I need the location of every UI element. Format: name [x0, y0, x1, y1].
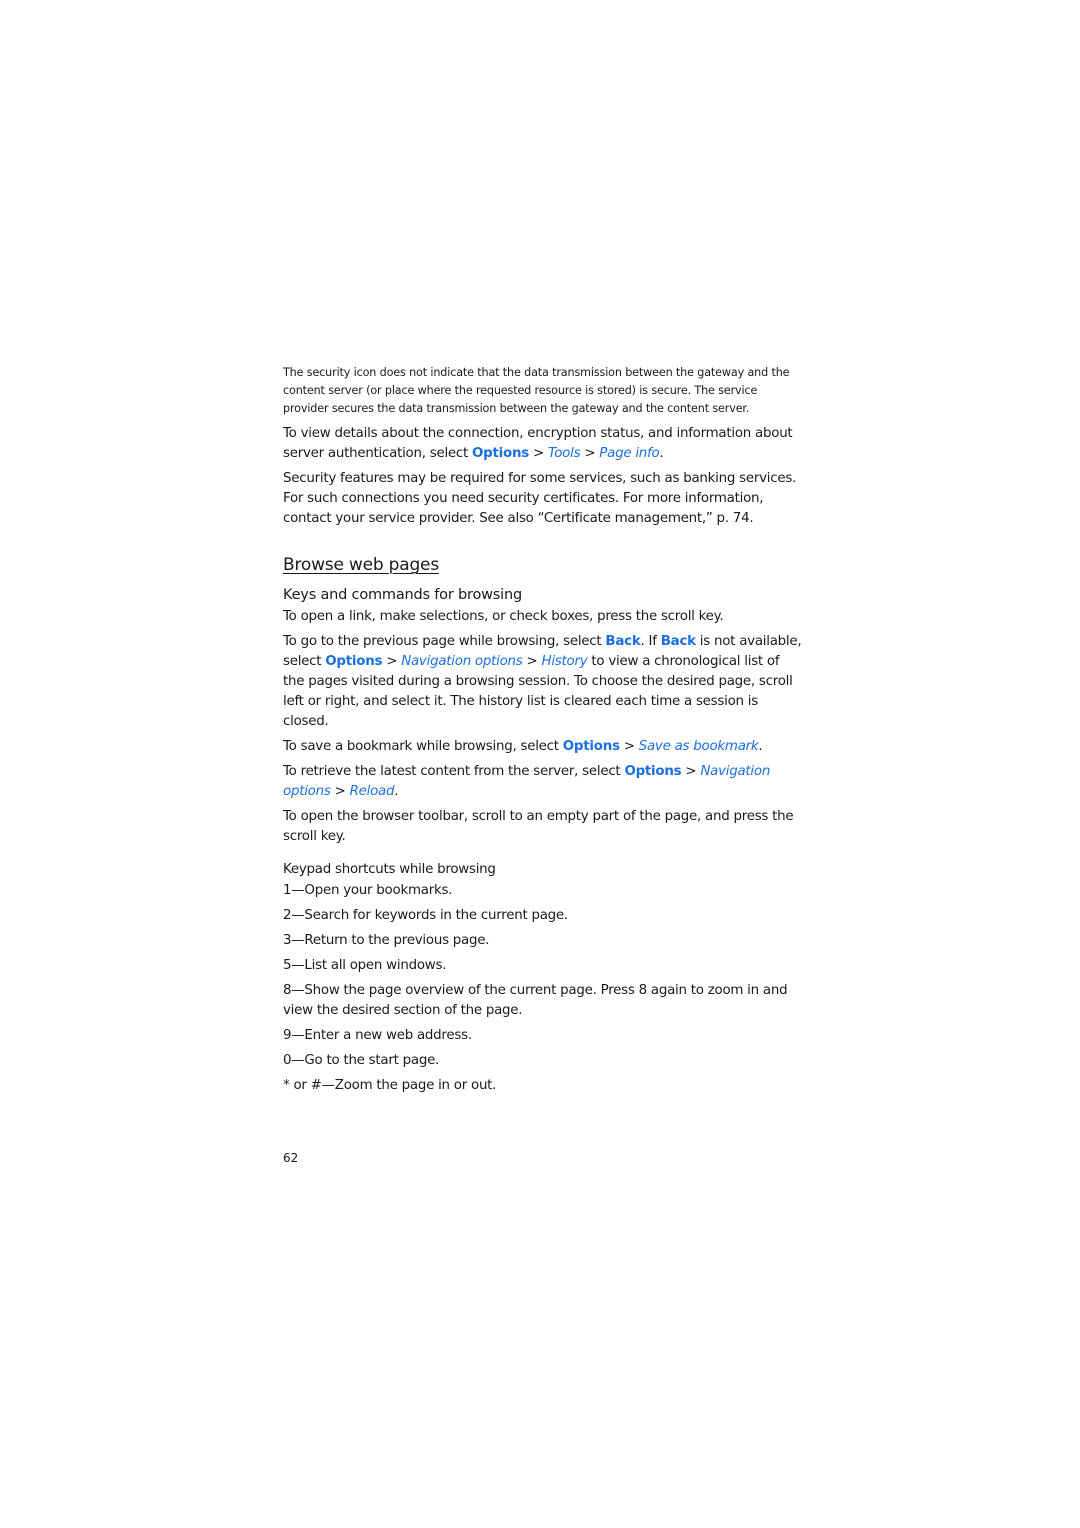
shortcut-description: —Zoom the page in or out.: [321, 1078, 497, 1093]
shortcut-item: 3—Return to the previous page.: [283, 931, 803, 951]
shortcut-description: —Return to the previous page.: [291, 933, 490, 948]
shortcut-item: * or #—Zoom the page in or out.: [283, 1076, 803, 1096]
reload-menu-item: Reload: [349, 784, 395, 799]
text: .: [394, 784, 399, 799]
separator: >: [619, 739, 639, 754]
manual-page-content: The security icon does not indicate that…: [283, 364, 803, 1101]
shortcuts-title: Keypad shortcuts while browsing: [283, 862, 496, 877]
shortcut-item: 5—List all open windows.: [283, 956, 803, 976]
shortcut-item: 8—Show the page overview of the current …: [283, 981, 803, 1021]
shortcut-item: 1—Open your bookmarks.: [283, 881, 803, 901]
shortcut-key: 8: [638, 983, 648, 998]
options-command: Options: [562, 739, 620, 754]
shortcut-description: —Go to the start page.: [291, 1053, 440, 1068]
text: .: [659, 446, 664, 461]
shortcut-item: 2—Search for keywords in the current pag…: [283, 906, 803, 926]
separator: >: [330, 784, 350, 799]
tools-menu-item: Tools: [547, 446, 581, 461]
reload-paragraph: To retrieve the latest content from the …: [283, 762, 803, 802]
options-command: Options: [624, 764, 682, 779]
text: .: [758, 739, 763, 754]
shortcut-item: 9—Enter a new web address.: [283, 1026, 803, 1046]
navigation-options-menu-item: Navigation options: [401, 654, 523, 669]
separator: >: [528, 446, 548, 461]
page-info-paragraph: To view details about the connection, en…: [283, 424, 803, 464]
text: To save a bookmark while browsing, selec…: [283, 739, 563, 754]
save-as-bookmark-menu-item: Save as bookmark: [638, 739, 759, 754]
bookmark-paragraph: To save a bookmark while browsing, selec…: [283, 737, 803, 757]
separator: >: [522, 654, 542, 669]
text: To retrieve the latest content from the …: [283, 764, 625, 779]
shortcut-description: or: [289, 1078, 311, 1093]
subsection-title: Keys and commands for browsing: [283, 587, 522, 603]
history-menu-item: History: [541, 654, 588, 669]
shortcut-key: #: [310, 1078, 322, 1093]
options-command: Options: [472, 446, 529, 461]
back-command: Back: [660, 634, 696, 649]
shortcut-description: —Open your bookmarks.: [291, 883, 453, 898]
previous-page-paragraph: To go to the previous page while browsin…: [283, 632, 803, 732]
separator: >: [382, 654, 402, 669]
page-number: 62: [283, 1151, 299, 1165]
text: . If: [640, 634, 661, 649]
options-command: Options: [325, 654, 383, 669]
shortcut-description: —Show the page overview of the current p…: [291, 983, 639, 998]
shortcut-description: —List all open windows.: [291, 958, 447, 973]
open-link-paragraph: To open a link, make selections, or chec…: [283, 609, 724, 624]
security-features-paragraph: Security features may be required for so…: [283, 471, 797, 526]
security-note: The security icon does not indicate that…: [283, 366, 790, 415]
shortcut-item: 0—Go to the start page.: [283, 1051, 803, 1071]
separator: >: [681, 764, 701, 779]
back-command: Back: [605, 634, 641, 649]
shortcut-description: —Enter a new web address.: [291, 1028, 472, 1043]
section-title: Browse web pages: [283, 555, 439, 575]
page-info-menu-item: Page info: [599, 446, 660, 461]
separator: >: [580, 446, 600, 461]
text: To go to the previous page while browsin…: [283, 634, 606, 649]
toolbar-paragraph: To open the browser toolbar, scroll to a…: [283, 809, 794, 844]
shortcut-description: —Search for keywords in the current page…: [291, 908, 568, 923]
